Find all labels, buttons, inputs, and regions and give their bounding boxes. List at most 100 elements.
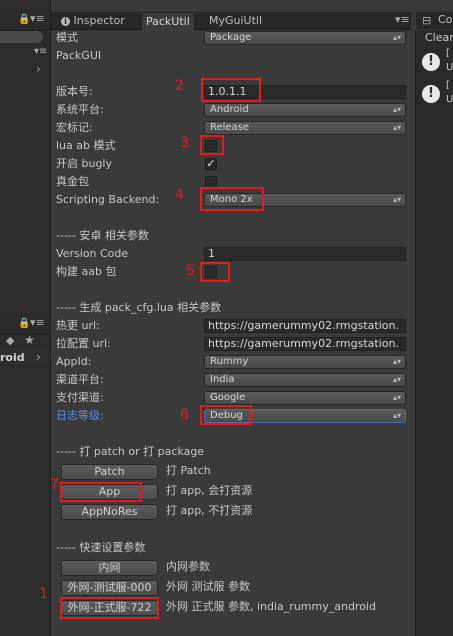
patch-button[interactable]: Patch: [61, 464, 158, 480]
search-field[interactable]: [0, 31, 43, 43]
chevron-right-icon: ›: [36, 350, 41, 364]
list-item[interactable]: roid ›: [0, 350, 49, 366]
dropdown-arrow-icon: ▴▾: [392, 357, 401, 366]
annotation-box-5: [200, 262, 230, 282]
info-icon: i: [61, 17, 70, 26]
pull-cfg-value: https://gamerummy02.rmgstation.: [208, 337, 399, 350]
annotation-box-4: [200, 187, 264, 211]
tab-bar: i Inspector PackUtil MyGuiUtil ▾≡: [51, 12, 411, 30]
log-entry-bracket: [: [446, 80, 450, 91]
info-icon: !: [422, 85, 440, 103]
version-label: 版本号:: [56, 85, 93, 98]
test-server-description: 外网 测试服 参数: [166, 580, 250, 593]
tab-packutil[interactable]: PackUtil: [141, 12, 195, 30]
tab-label: MyGuiUtil: [209, 14, 263, 27]
quick-section-title: ----- 快速设置参数: [56, 541, 146, 554]
aab-label: 构建 aab 包: [56, 265, 117, 278]
prod-server-description: 外网 正式服 参数, india_rummy_android: [166, 600, 376, 613]
bugly-checkbox[interactable]: ✓: [205, 158, 217, 170]
log-label: 日志等级:: [56, 409, 104, 422]
lock-icon[interactable]: 🔒: [18, 14, 30, 25]
pay-value: Google: [210, 392, 246, 403]
left-toolbar: 🔒 ▾≡: [0, 12, 49, 31]
dropdown-arrow-icon: ▴▾: [392, 33, 401, 42]
version-code-value: 1: [208, 247, 215, 260]
dropdown-arrow-icon: ▴▾: [392, 375, 401, 384]
mode-dropdown[interactable]: Package ▴▾: [204, 31, 406, 45]
pull-cfg-field[interactable]: https://gamerummy02.rmgstation.: [204, 337, 406, 351]
channel-label: 渠道平台:: [56, 373, 104, 386]
annotation-number-4: 4: [175, 187, 184, 203]
mode-value: Package: [210, 32, 252, 43]
macro-dropdown[interactable]: Release ▴▾: [204, 121, 406, 135]
pull-cfg-label: 拉配置 url:: [56, 337, 111, 350]
tab-inspector[interactable]: i Inspector: [57, 12, 129, 29]
tab-myguiutil[interactable]: MyGuiUtil: [205, 12, 266, 29]
annotation-box-7: [60, 482, 142, 502]
mode-label: 模式: [56, 31, 78, 44]
hot-url-value: https://gamerummy02.rmgstation.: [208, 319, 399, 332]
patch-description: 打 Patch: [166, 464, 211, 477]
appid-dropdown[interactable]: Rummy ▴▾: [204, 355, 406, 369]
appid-value: Rummy: [210, 356, 249, 367]
android-section-title: ----- 安卓 相关参数: [56, 229, 149, 242]
annotation-box-3: [200, 135, 224, 155]
log-entry-text: U: [446, 94, 453, 105]
channel-dropdown[interactable]: India ▴▾: [204, 373, 406, 387]
annotation-box-1: [60, 597, 159, 619]
tab-console[interactable]: ⊟ Co: [416, 12, 453, 29]
platform-dropdown[interactable]: Android ▴▾: [204, 103, 406, 117]
version-code-label: Version Code: [56, 247, 129, 260]
version-code-field[interactable]: 1: [204, 247, 406, 261]
bugly-label: 开启 bugly: [56, 157, 112, 170]
annotation-number-5: 5: [186, 263, 195, 279]
intranet-button[interactable]: 内网: [61, 560, 158, 576]
pay-label: 支付渠道:: [56, 391, 104, 404]
check-icon: ✓: [206, 157, 216, 170]
intranet-description: 内网参数: [166, 560, 210, 573]
annotation-number-6: 6: [180, 407, 189, 423]
dropdown-arrow-icon: ▴▾: [392, 411, 401, 420]
star-icon[interactable]: ★: [24, 333, 35, 347]
dropdown-arrow-icon: ▴▾: [392, 105, 401, 114]
test-server-button[interactable]: 外网-测试服-000: [61, 580, 158, 596]
lock-icon[interactable]: 🔒: [18, 318, 30, 329]
hot-url-label: 热更 url:: [56, 319, 100, 332]
dropdown-arrow-icon: ▴▾: [392, 123, 401, 132]
dropdown-arrow-icon: ▴▾: [392, 195, 401, 204]
log-entry-text: U: [446, 62, 453, 73]
clear-button[interactable]: Clear: [425, 31, 453, 44]
dropdown-arrow-icon: ▴▾: [392, 393, 401, 402]
tab-label: Inspector: [73, 14, 125, 27]
console-panel: Clear: [415, 30, 453, 636]
platform-value: Android: [210, 104, 249, 115]
tab-label: PackUtil: [146, 15, 190, 28]
menu-icon[interactable]: ▾≡: [34, 46, 47, 57]
macro-label: 宏标记:: [56, 121, 93, 134]
appid-label: AppId:: [56, 355, 92, 368]
appnores-button[interactable]: AppNoRes: [61, 504, 158, 520]
annotation-number-7: 7: [50, 477, 59, 493]
backend-label: Scripting Backend:: [56, 193, 160, 206]
macro-value: Release: [210, 122, 250, 133]
annotation-box-6: [200, 405, 252, 425]
lua-ab-label: lua ab 模式: [56, 139, 116, 152]
console-icon: ⊟: [422, 14, 432, 27]
platform-label: 系统平台:: [56, 103, 104, 116]
annotation-number-1: 1: [39, 586, 48, 602]
menu-icon[interactable]: ▾≡: [395, 13, 410, 26]
info-icon: !: [422, 53, 440, 71]
app-description: 打 app, 会打资源: [166, 484, 253, 497]
menu-icon[interactable]: ▾≡: [30, 12, 45, 25]
channel-value: India: [210, 374, 235, 385]
packgui-label: PackGUI: [56, 49, 102, 62]
patch-section-title: ----- 打 patch or 打 package: [56, 445, 205, 458]
cfg-section-title: ----- 生成 pack_cfg.lua 相关参数: [56, 301, 222, 314]
tab-label: Co: [438, 13, 453, 26]
tag-icon[interactable]: ◆: [6, 334, 14, 347]
menu-icon[interactable]: ▾≡: [30, 316, 45, 329]
chevron-right-icon[interactable]: ›: [36, 62, 41, 76]
pay-dropdown[interactable]: Google ▴▾: [204, 391, 406, 405]
real-pkg-label: 真金包: [56, 175, 89, 188]
hot-url-field[interactable]: https://gamerummy02.rmgstation.: [204, 319, 406, 333]
